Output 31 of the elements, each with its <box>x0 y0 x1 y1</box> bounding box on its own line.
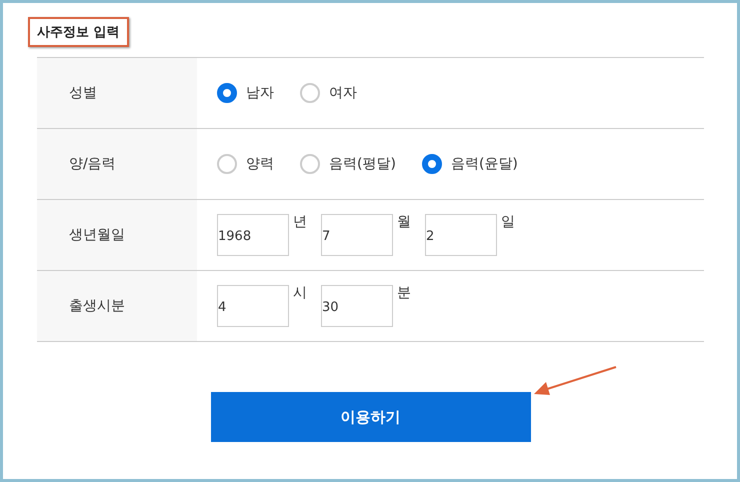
input-field[interactable]: 7 <box>321 214 393 256</box>
radio-option[interactable]: 음력(윤달) <box>422 154 518 174</box>
section-title: 사주정보 입력 <box>28 17 129 47</box>
row-label: 양/음력 <box>37 129 197 199</box>
radio-option[interactable]: 남자 <box>217 83 274 103</box>
radio-button[interactable] <box>217 83 237 103</box>
option-label[interactable]: 여자 <box>329 84 357 102</box>
unit-label: 일 <box>501 213 515 231</box>
radio-option[interactable]: 양력 <box>217 154 274 174</box>
radio-button[interactable] <box>217 154 237 174</box>
radio-option[interactable]: 여자 <box>300 83 357 103</box>
option-label[interactable]: 음력(평달) <box>329 155 396 173</box>
row-label: 성별 <box>37 58 197 128</box>
unit-label: 월 <box>397 213 411 231</box>
submit-button[interactable]: 이용하기 <box>210 392 530 442</box>
radio-button[interactable] <box>300 154 320 174</box>
unit-label: 시 <box>293 284 307 302</box>
radio-option[interactable]: 음력(평달) <box>300 154 396 174</box>
unit-label: 분 <box>397 284 411 302</box>
input-field[interactable]: 2 <box>425 214 497 256</box>
row-label: 출생시분 <box>37 271 197 341</box>
input-field[interactable]: 1968 <box>217 214 289 256</box>
input-field[interactable]: 30 <box>321 285 393 327</box>
radio-button[interactable] <box>422 154 442 174</box>
unit-label: 년 <box>293 213 307 231</box>
row-label: 생년월일 <box>37 200 197 270</box>
input-field[interactable]: 4 <box>217 285 289 327</box>
option-label[interactable]: 남자 <box>246 84 274 102</box>
option-label[interactable]: 음력(윤달) <box>450 155 518 173</box>
radio-button[interactable] <box>300 83 320 103</box>
option-label[interactable]: 양력 <box>246 155 274 173</box>
